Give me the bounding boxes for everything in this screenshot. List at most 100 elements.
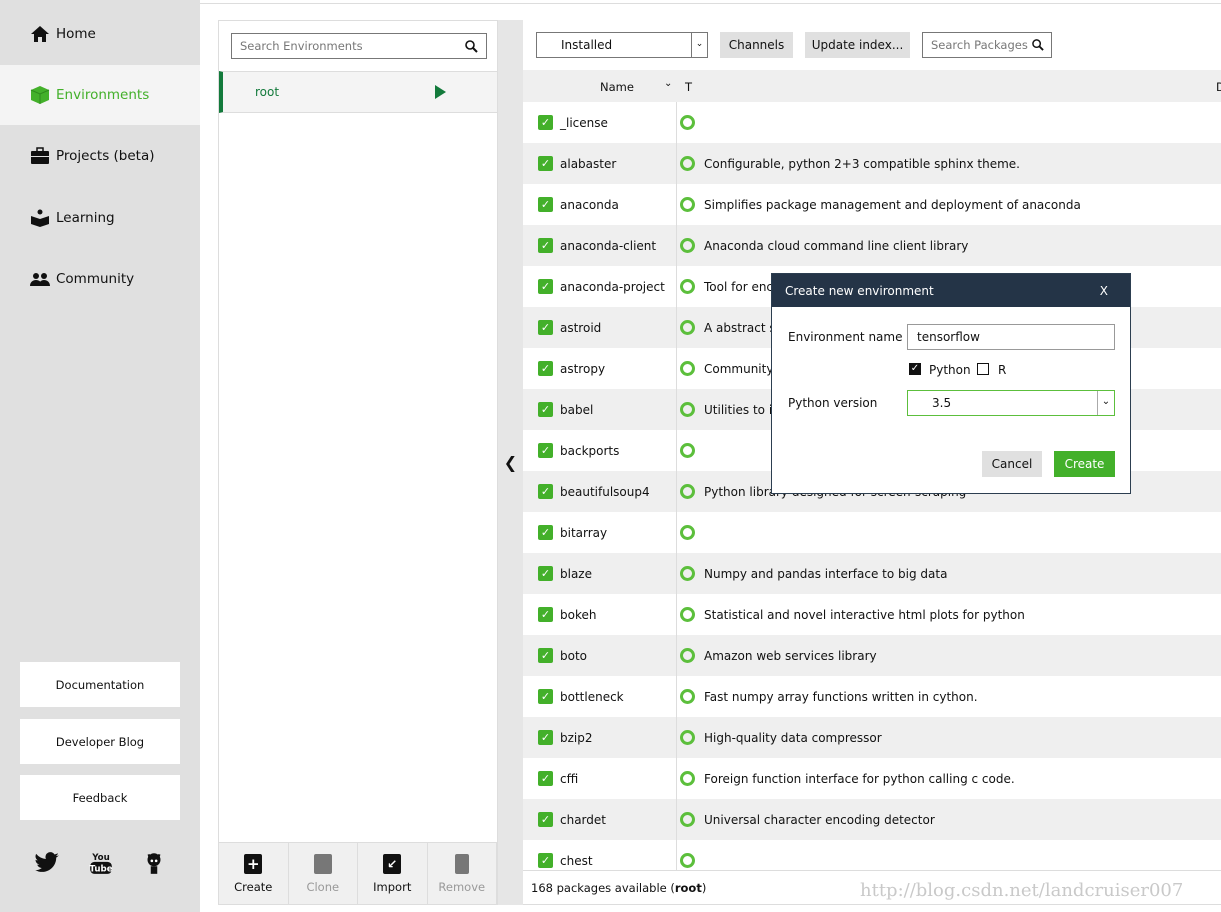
column-divider bbox=[676, 799, 677, 840]
package-description: Anaconda cloud command line client libra… bbox=[704, 238, 969, 253]
checkbox-checked-icon[interactable]: ✓ bbox=[538, 484, 553, 499]
python-version-select[interactable]: 3.5 ⌄ bbox=[907, 390, 1115, 416]
status-ring-icon bbox=[680, 320, 695, 335]
clone-icon bbox=[313, 854, 332, 874]
checkbox-checked-icon[interactable]: ✓ bbox=[538, 689, 553, 704]
table-row[interactable]: ✓ cffi Foreign function interface for pyth… bbox=[523, 758, 1221, 799]
action-label: Clone bbox=[306, 880, 340, 894]
package-name: bzip2 bbox=[560, 730, 593, 745]
github-icon[interactable] bbox=[141, 850, 167, 876]
create-button[interactable]: Create bbox=[1054, 451, 1115, 477]
table-row[interactable]: ✓ chest bbox=[523, 840, 1221, 870]
cancel-button[interactable]: Cancel bbox=[982, 451, 1042, 477]
checkbox-checked-icon[interactable]: ✓ bbox=[538, 525, 553, 540]
table-row[interactable]: ✓ bitarray bbox=[523, 512, 1221, 553]
table-row[interactable]: ✓ anaconda Simplifies package management a… bbox=[523, 184, 1221, 225]
table-row[interactable]: ✓ alabaster Configurable, python 2+3 compa… bbox=[523, 143, 1221, 184]
chevron-down-icon[interactable]: ⌄ bbox=[664, 78, 672, 89]
feedback-button[interactable]: Feedback bbox=[20, 775, 180, 820]
environment-name-input[interactable]: tensorflow bbox=[907, 324, 1115, 350]
environment-name: root bbox=[255, 85, 280, 99]
python-checkbox[interactable]: ✓ bbox=[909, 363, 921, 375]
checkbox-checked-icon[interactable]: ✓ bbox=[538, 853, 553, 868]
package-name: chardet bbox=[560, 812, 606, 827]
table-row[interactable]: ✓ _license bbox=[523, 102, 1221, 143]
table-row[interactable]: ✓ boto Amazon web services library bbox=[523, 635, 1221, 676]
chevron-down-icon: ⌄ bbox=[1097, 391, 1114, 415]
package-name: bottleneck bbox=[560, 689, 624, 704]
checkbox-checked-icon[interactable]: ✓ bbox=[538, 812, 553, 827]
youtube-icon[interactable]: You Tube bbox=[88, 850, 114, 876]
update-index-button[interactable]: Update index... bbox=[805, 32, 910, 58]
play-icon[interactable] bbox=[435, 85, 446, 99]
checkbox-checked-icon[interactable]: ✓ bbox=[538, 320, 553, 335]
twitter-icon[interactable] bbox=[34, 850, 60, 876]
status-ring-icon bbox=[680, 853, 695, 868]
create-env-button[interactable]: + Create bbox=[219, 843, 289, 905]
checkbox-checked-icon[interactable]: ✓ bbox=[538, 156, 553, 171]
search-packages-input[interactable]: Search Packages bbox=[922, 32, 1052, 58]
column-divider bbox=[676, 840, 677, 870]
environment-item-root[interactable]: root bbox=[219, 71, 497, 113]
checkbox-checked-icon[interactable]: ✓ bbox=[538, 771, 553, 786]
package-count: 168 packages available ( bbox=[531, 881, 675, 895]
nav-environments[interactable]: Environments bbox=[0, 65, 200, 125]
documentation-button[interactable]: Documentation bbox=[20, 662, 180, 707]
env-name: root bbox=[674, 881, 702, 895]
nav-learning[interactable]: Learning bbox=[0, 188, 200, 248]
column-name[interactable]: Name bbox=[600, 80, 634, 94]
status-ring-icon bbox=[680, 279, 695, 294]
nav-community[interactable]: Community bbox=[0, 249, 200, 309]
package-description: Foreign function interface for python ca… bbox=[704, 771, 1015, 786]
column-divider bbox=[676, 635, 677, 676]
package-description: Community- bbox=[704, 361, 778, 376]
package-name: astropy bbox=[560, 361, 606, 376]
column-description[interactable]: D bbox=[1216, 80, 1221, 94]
package-name: chest bbox=[560, 853, 593, 868]
checkbox-checked-icon[interactable]: ✓ bbox=[538, 730, 553, 745]
column-divider bbox=[676, 307, 677, 348]
checkbox-checked-icon[interactable]: ✓ bbox=[538, 402, 553, 417]
create-environment-dialog: Create new environment X Environment nam… bbox=[771, 273, 1131, 494]
column-type[interactable]: T bbox=[685, 80, 692, 94]
remove-env-button[interactable]: Remove bbox=[428, 843, 497, 905]
table-row[interactable]: ✓ anaconda-client Anaconda cloud command l… bbox=[523, 225, 1221, 266]
clone-env-button[interactable]: Clone bbox=[289, 843, 358, 905]
column-divider bbox=[676, 102, 677, 143]
channels-button[interactable]: Channels bbox=[720, 32, 793, 58]
checkbox-checked-icon[interactable]: ✓ bbox=[538, 279, 553, 294]
table-row[interactable]: ✓ bzip2 High-quality data compressor bbox=[523, 717, 1221, 758]
r-checkbox[interactable] bbox=[977, 363, 989, 375]
checkbox-checked-icon[interactable]: ✓ bbox=[538, 115, 553, 130]
nav-label: Projects (beta) bbox=[56, 148, 155, 164]
checkbox-checked-icon[interactable]: ✓ bbox=[538, 443, 553, 458]
package-filter-select[interactable]: Installed ⌄ bbox=[536, 32, 708, 58]
checkbox-checked-icon[interactable]: ✓ bbox=[538, 197, 553, 212]
table-row[interactable]: ✓ bottleneck Fast numpy array functions wr… bbox=[523, 676, 1221, 717]
nav-projects[interactable]: Projects (beta) bbox=[0, 126, 200, 186]
checkbox-checked-icon[interactable]: ✓ bbox=[538, 566, 553, 581]
package-name: babel bbox=[560, 402, 594, 417]
checkbox-checked-icon[interactable]: ✓ bbox=[538, 648, 553, 663]
nav-home[interactable]: Home bbox=[0, 4, 200, 64]
checkbox-checked-icon[interactable]: ✓ bbox=[538, 361, 553, 376]
table-row[interactable]: ✓ chardet Universal character encoding det… bbox=[523, 799, 1221, 840]
checkbox-checked-icon[interactable]: ✓ bbox=[538, 238, 553, 253]
trash-icon bbox=[454, 854, 469, 874]
column-divider bbox=[676, 512, 677, 553]
close-button[interactable]: X bbox=[1100, 284, 1108, 298]
package-description: Tool for enc bbox=[704, 279, 774, 294]
nav-label: Home bbox=[56, 26, 96, 42]
package-description: Simplifies package management and deploy… bbox=[704, 197, 1081, 212]
search-environments-input[interactable]: Search Environments bbox=[231, 33, 487, 59]
package-description: High-quality data compressor bbox=[704, 730, 882, 745]
collapse-panel-button[interactable]: ❮ bbox=[498, 20, 523, 905]
import-env-button[interactable]: ↙ Import bbox=[358, 843, 428, 905]
svg-text:Tube: Tube bbox=[89, 865, 112, 875]
developer-blog-button[interactable]: Developer Blog bbox=[20, 719, 180, 764]
checkbox-checked-icon[interactable]: ✓ bbox=[538, 607, 553, 622]
action-label: Import bbox=[373, 880, 412, 894]
package-name: anaconda bbox=[560, 197, 619, 212]
table-row[interactable]: ✓ bokeh Statistical and novel interactive … bbox=[523, 594, 1221, 635]
table-row[interactable]: ✓ blaze Numpy and pandas interface to big … bbox=[523, 553, 1221, 594]
